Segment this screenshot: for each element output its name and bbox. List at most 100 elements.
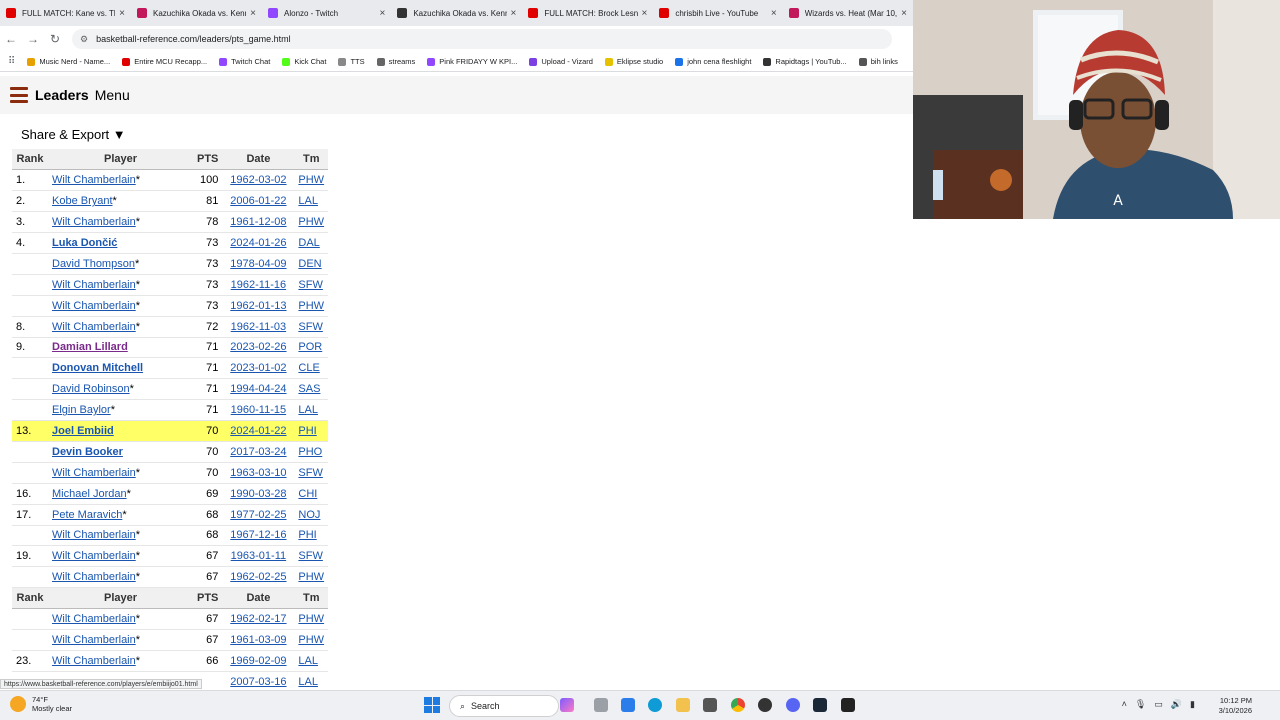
close-icon[interactable]: × <box>642 8 648 19</box>
date-link[interactable]: 2023-01-02 <box>230 362 286 374</box>
bookmark-item[interactable]: Kick Chat <box>282 57 326 66</box>
player-link[interactable]: Wilt Chamberlain <box>52 300 136 312</box>
team-link[interactable]: PHW <box>298 300 324 312</box>
hamburger-menu-icon[interactable] <box>10 87 28 103</box>
volume-icon[interactable]: 🔊 <box>1171 699 1182 710</box>
header-tm[interactable]: Tm <box>294 587 329 610</box>
back-icon[interactable]: ← <box>0 32 22 46</box>
date-link[interactable]: 1962-11-16 <box>231 279 286 291</box>
player-link[interactable]: Luka Dončić <box>52 237 117 249</box>
windows-start-icon[interactable] <box>424 697 440 713</box>
player-link[interactable]: Michael Jordan <box>52 488 127 500</box>
discord-icon[interactable] <box>786 698 800 712</box>
file-explorer-icon[interactable] <box>676 698 690 712</box>
header-rank[interactable]: Rank <box>12 587 48 610</box>
bookmark-item[interactable]: TTS <box>338 57 365 66</box>
store-icon[interactable] <box>703 698 717 712</box>
team-link[interactable]: CLE <box>298 362 319 374</box>
date-link[interactable]: 1962-02-17 <box>230 613 286 625</box>
team-link[interactable]: PHW <box>298 571 324 583</box>
date-link[interactable]: 1963-03-10 <box>230 467 286 479</box>
team-link[interactable]: SFW <box>298 550 322 562</box>
url-input[interactable]: ⚙ basketball-reference.com/leaders/pts_g… <box>72 29 892 49</box>
player-link[interactable]: David Robinson <box>52 383 130 395</box>
date-link[interactable]: 2007-03-16 <box>230 676 286 688</box>
browser-tab[interactable]: Kazuchika Okada vs. Kenn × <box>131 0 262 26</box>
reload-icon[interactable]: ↻ <box>44 32 66 46</box>
player-link[interactable]: David Thompson <box>52 258 135 270</box>
team-link[interactable]: DAL <box>298 237 319 249</box>
team-link[interactable]: SFW <box>298 467 322 479</box>
header-pts[interactable]: PTS <box>193 149 223 171</box>
team-link[interactable]: NOJ <box>298 509 320 521</box>
date-link[interactable]: 1962-02-25 <box>230 571 286 583</box>
close-icon[interactable]: × <box>511 8 517 19</box>
close-icon[interactable]: × <box>901 8 907 19</box>
bookmark-item[interactable]: streams <box>376 57 415 66</box>
bookmark-item[interactable]: Eklipse studio <box>604 57 663 66</box>
close-icon[interactable]: × <box>250 8 256 19</box>
copilot-icon[interactable] <box>560 698 574 712</box>
date-link[interactable]: 1967-12-16 <box>230 529 286 541</box>
player-link[interactable]: Devin Booker <box>52 446 123 458</box>
date-link[interactable]: 1962-11-03 <box>231 321 286 333</box>
date-link[interactable]: 1978-04-09 <box>230 258 286 270</box>
player-link[interactable]: Wilt Chamberlain <box>52 279 136 291</box>
header-tm[interactable]: Tm <box>294 149 329 171</box>
player-link[interactable]: Wilt Chamberlain <box>52 613 136 625</box>
photos-icon[interactable] <box>621 698 635 712</box>
player-link[interactable]: Wilt Chamberlain <box>52 655 136 667</box>
team-link[interactable]: PHI <box>298 425 316 437</box>
player-link[interactable]: Elgin Baylor <box>52 404 111 416</box>
date-link[interactable]: 1963-01-11 <box>231 550 286 562</box>
team-link[interactable]: SFW <box>298 279 322 291</box>
team-link[interactable]: POR <box>298 341 322 353</box>
date-link[interactable]: 2023-02-26 <box>230 341 286 353</box>
player-link[interactable]: Wilt Chamberlain <box>52 321 136 333</box>
team-link[interactable]: DEN <box>298 258 321 270</box>
date-link[interactable]: 2017-03-24 <box>230 446 286 458</box>
team-link[interactable]: LAL <box>298 404 318 416</box>
player-link[interactable]: Wilt Chamberlain <box>52 571 136 583</box>
team-link[interactable]: PHW <box>298 634 324 646</box>
close-icon[interactable]: × <box>119 8 125 19</box>
close-icon[interactable]: × <box>380 8 386 19</box>
browser-tab[interactable]: Wizards vs. Heat (Mar 10, × <box>783 0 913 26</box>
page-title[interactable]: Leaders <box>35 87 89 103</box>
player-link[interactable]: Damian Lillard <box>52 341 128 353</box>
bookmark-item[interactable]: Entire MCU Recapp... <box>122 57 207 66</box>
player-link[interactable]: Joel Embiid <box>52 425 114 437</box>
team-link[interactable]: PHW <box>298 174 324 186</box>
player-link[interactable]: Wilt Chamberlain <box>52 216 136 228</box>
team-link[interactable]: LAL <box>298 195 318 207</box>
date-link[interactable]: 1969-02-09 <box>230 655 286 667</box>
player-link[interactable]: Wilt Chamberlain <box>52 467 136 479</box>
header-date[interactable]: Date <box>222 149 295 171</box>
player-link[interactable]: Wilt Chamberlain <box>52 529 136 541</box>
player-link[interactable]: Donovan Mitchell <box>52 362 143 374</box>
obs-icon[interactable] <box>758 698 772 712</box>
bookmark-item[interactable]: john cena fleshlight <box>675 57 751 66</box>
team-link[interactable]: LAL <box>298 676 318 688</box>
team-link[interactable]: LAL <box>298 655 318 667</box>
player-link[interactable]: Wilt Chamberlain <box>52 634 136 646</box>
bookmark-item[interactable]: Twitch Chat <box>219 57 270 66</box>
player-link[interactable]: Kobe Bryant <box>52 195 113 207</box>
forward-icon[interactable]: → <box>22 32 44 46</box>
team-link[interactable]: PHO <box>298 446 322 458</box>
browser-tab[interactable]: chrisbih Live - YouTube × <box>653 0 782 26</box>
player-link[interactable]: Pete Maravich <box>52 509 122 521</box>
player-link[interactable]: Wilt Chamberlain <box>52 174 136 186</box>
header-date[interactable]: Date <box>222 587 295 610</box>
clock[interactable]: 10:12 PM 3/10/2026 <box>1219 696 1252 716</box>
menu-link[interactable]: Menu <box>95 87 130 103</box>
header-rank[interactable]: Rank <box>12 149 48 171</box>
battery-icon[interactable]: ▮ <box>1190 699 1195 710</box>
header-player[interactable]: Player <box>48 149 193 171</box>
date-link[interactable]: 2006-01-22 <box>230 195 286 207</box>
header-player[interactable]: Player <box>48 587 193 610</box>
date-link[interactable]: 1961-12-08 <box>230 216 286 228</box>
weather-widget[interactable]: 74°F Mostly clear <box>10 695 72 713</box>
date-link[interactable]: 1962-01-13 <box>230 300 286 312</box>
bookmark-item[interactable]: Rapidtags | YouTub... <box>763 57 847 66</box>
